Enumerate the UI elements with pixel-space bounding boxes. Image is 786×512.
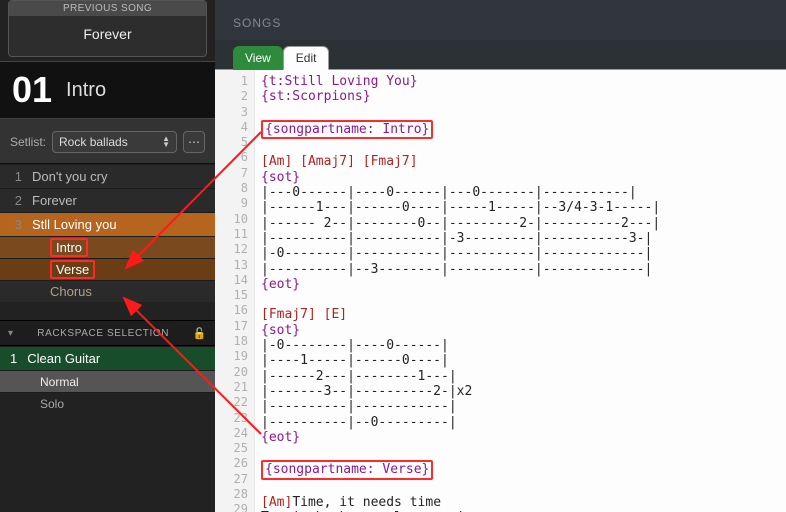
song-number: 3 <box>10 217 22 232</box>
songs-header-bar: SONGS <box>215 0 786 40</box>
songpart-label: Verse <box>50 260 95 279</box>
tab-label: Edit <box>296 51 317 65</box>
chevron-down-icon: ▾ <box>8 328 14 339</box>
code-area[interactable]: {t:Still Loving You} {st:Scorpions} {son… <box>255 70 786 512</box>
song-name: Forever <box>32 193 77 208</box>
rackspace-row[interactable]: 1 Clean Guitar <box>0 346 215 370</box>
current-songpart-box: 01 Intro <box>0 61 215 119</box>
song-row-selected[interactable]: 3 Stll Loving you <box>0 212 215 236</box>
rackspace-number: 1 <box>10 351 17 366</box>
previous-song-box[interactable]: PREVIOUS SONG Forever <box>8 0 207 57</box>
song-list: 1 Don't you cry 2 Forever 3 Stll Loving … <box>0 164 215 302</box>
setlist-label: Setlist: <box>10 135 46 149</box>
main-panel: SONGS View Edit 1 2 3 4 5 6 7 8 9 10 11 … <box>215 0 786 512</box>
rackspace-name: Clean Guitar <box>27 351 100 366</box>
song-number: 1 <box>10 169 22 184</box>
previous-song-name: Forever <box>9 16 206 56</box>
rackspace-header-label: RACKSPACE SELECTION <box>37 328 169 339</box>
updown-icon: ▲▼ <box>162 136 170 148</box>
more-icon: ⋯ <box>188 135 200 149</box>
code-editor[interactable]: 1 2 3 4 5 6 7 8 9 10 11 12 13 14 15 16 1… <box>215 70 786 512</box>
song-name: Don't you cry <box>32 169 107 184</box>
line-gutter: 1 2 3 4 5 6 7 8 9 10 11 12 13 14 15 16 1… <box>215 70 255 512</box>
songpart-label: Intro <box>50 238 88 257</box>
setlist-more-button[interactable]: ⋯ <box>183 131 205 153</box>
tab-label: View <box>245 51 271 65</box>
editor-tabs: View Edit <box>215 40 786 70</box>
current-songpart-name: Intro <box>66 79 106 102</box>
song-number: 2 <box>10 193 22 208</box>
song-name: Stll Loving you <box>32 217 117 232</box>
current-songpart-number: 01 <box>12 72 52 108</box>
lock-icon[interactable]: 🔓 <box>193 327 207 340</box>
rackspace-variation[interactable]: Normal <box>0 370 215 392</box>
song-row[interactable]: 2 Forever <box>0 188 215 212</box>
variation-label: Normal <box>40 375 79 389</box>
setlist-select-value: Rock ballads <box>59 135 128 149</box>
rackspace-variation[interactable]: Solo <box>0 392 215 414</box>
songs-header-label: SONGS <box>233 16 281 40</box>
songpart-row[interactable]: Chorus <box>0 280 215 302</box>
previous-song-label: PREVIOUS SONG <box>9 1 206 16</box>
songpart-row[interactable]: Intro <box>0 236 215 258</box>
songpart-row[interactable]: Verse <box>0 258 215 280</box>
rackspace-section-header[interactable]: ▾ RACKSPACE SELECTION 🔓 <box>0 320 215 346</box>
songpart-label: Chorus <box>50 284 92 299</box>
setlist-row: Setlist: Rock ballads ▲▼ ⋯ <box>0 119 215 164</box>
tab-view[interactable]: View <box>233 46 283 70</box>
setlist-select[interactable]: Rock ballads ▲▼ <box>52 131 177 153</box>
tab-edit[interactable]: Edit <box>283 46 330 70</box>
variation-label: Solo <box>40 397 64 411</box>
rackspace-list: 1 Clean Guitar Normal Solo <box>0 346 215 414</box>
sidebar: PREVIOUS SONG Forever 01 Intro Setlist: … <box>0 0 215 512</box>
song-row[interactable]: 1 Don't you cry <box>0 164 215 188</box>
